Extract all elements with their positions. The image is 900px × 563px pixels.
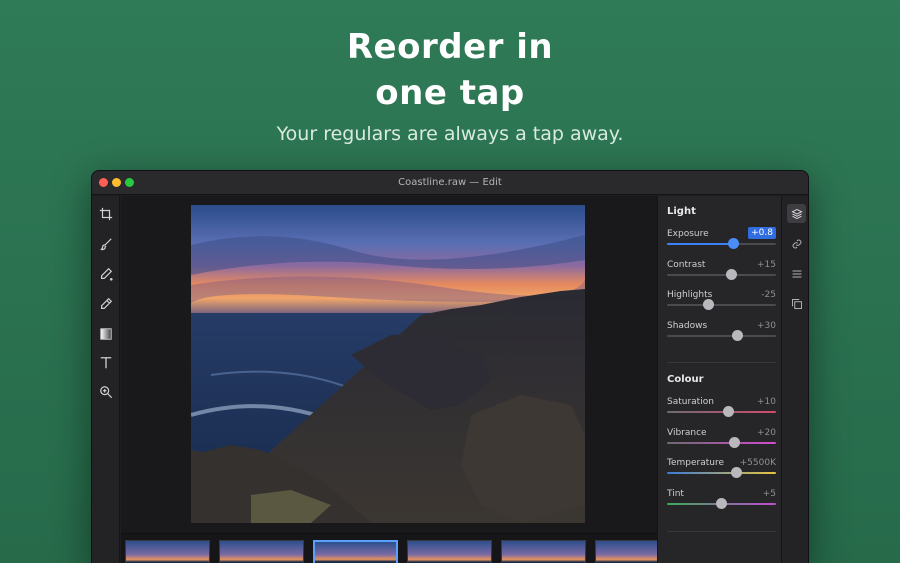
list-icon bbox=[792, 270, 801, 277]
slider-knob[interactable] bbox=[729, 436, 741, 448]
text-tool-button[interactable] bbox=[96, 353, 116, 373]
slider-knob[interactable] bbox=[702, 299, 714, 310]
filmstrip-thumbnail[interactable] bbox=[313, 540, 398, 563]
coastline-photo bbox=[191, 205, 585, 523]
brush-icon bbox=[100, 238, 112, 251]
slider-value: +10 bbox=[757, 397, 776, 407]
pen-tool-button[interactable] bbox=[96, 264, 116, 284]
adjustments-panel: Light Colour Exposure +0.8 Contrast +15 High… bbox=[657, 196, 781, 563]
hero-headline: Reorder in one tap bbox=[0, 24, 900, 116]
slider-saturation[interactable]: Saturation +10 bbox=[667, 397, 776, 423]
slider-value: +5 bbox=[762, 488, 776, 499]
slider-knob[interactable] bbox=[727, 238, 739, 249]
colour-section-title: Colour bbox=[667, 374, 704, 385]
pen-icon bbox=[101, 267, 113, 281]
filmstrip-thumbnail[interactable] bbox=[125, 540, 210, 563]
link-button[interactable] bbox=[787, 234, 806, 253]
layers-icon bbox=[790, 208, 803, 219]
window-title: Coastline.raw — Edit bbox=[398, 177, 502, 188]
title-bar: Coastline.raw — Edit bbox=[92, 171, 808, 195]
list-button[interactable] bbox=[787, 264, 806, 283]
image-canvas[interactable] bbox=[121, 196, 657, 536]
slider-label: Tint bbox=[667, 488, 684, 499]
copy-icon bbox=[791, 298, 802, 309]
healing-tool-button[interactable] bbox=[96, 294, 116, 314]
gradient-icon bbox=[100, 328, 112, 340]
filmstrip bbox=[121, 533, 680, 563]
slider-exposure[interactable]: Exposure +0.8 bbox=[667, 227, 776, 255]
slider-tint[interactable]: Tint +5 bbox=[667, 489, 776, 515]
slider-knob[interactable] bbox=[725, 268, 737, 280]
slider-label: Shadows bbox=[667, 320, 708, 331]
filmstrip-thumbnail[interactable] bbox=[219, 540, 304, 563]
text-icon bbox=[100, 357, 112, 369]
slider-value[interactable]: +0.8 bbox=[748, 227, 776, 239]
slider-value: +15 bbox=[757, 259, 776, 270]
headline-line-1: Reorder in bbox=[346, 27, 554, 67]
photo-preview[interactable] bbox=[191, 205, 585, 523]
slider-label: Contrast bbox=[667, 259, 706, 270]
slider-temperature[interactable]: Temperature +5500K bbox=[667, 458, 776, 484]
crop-tool-button[interactable] bbox=[96, 204, 116, 224]
slider-track[interactable] bbox=[667, 273, 776, 276]
zoom-icon bbox=[100, 386, 113, 399]
brush-tool-button[interactable] bbox=[96, 234, 116, 254]
headline-line-2: one tap bbox=[375, 73, 525, 113]
slider-value: -25 bbox=[761, 290, 776, 300]
inspector-rail bbox=[781, 196, 808, 563]
slider-label: Vibrance bbox=[667, 427, 707, 438]
slider-knob[interactable] bbox=[732, 329, 744, 341]
slider-track[interactable] bbox=[667, 411, 776, 413]
healing-icon bbox=[101, 297, 113, 309]
app-window: Coastline.raw — Edit Light Colour Exposu… bbox=[91, 170, 809, 563]
slider-contrast[interactable]: Contrast +15 bbox=[667, 260, 776, 286]
slider-track[interactable] bbox=[667, 334, 776, 337]
link-icon bbox=[792, 239, 801, 248]
slider-label: Exposure bbox=[667, 229, 709, 239]
section-divider bbox=[667, 362, 776, 363]
crop-icon bbox=[99, 207, 113, 221]
slider-knob[interactable] bbox=[731, 467, 743, 478]
slider-vibrance[interactable]: Vibrance +20 bbox=[667, 428, 776, 454]
slider-knob[interactable] bbox=[722, 406, 734, 417]
slider-label: Temperature bbox=[667, 458, 725, 468]
slider-track[interactable] bbox=[667, 304, 776, 306]
slider-track[interactable] bbox=[667, 243, 776, 245]
slider-track[interactable] bbox=[667, 441, 776, 444]
slider-value: +30 bbox=[757, 320, 776, 331]
tool-bar bbox=[92, 196, 120, 563]
slider-shadows[interactable]: Shadows +30 bbox=[667, 321, 776, 347]
slider-track[interactable] bbox=[667, 472, 776, 474]
slider-label: Saturation bbox=[667, 397, 714, 407]
slider-value: +20 bbox=[757, 427, 776, 438]
zoom-tool-button[interactable] bbox=[96, 382, 116, 402]
slider-highlights[interactable]: Highlights -25 bbox=[667, 290, 776, 316]
light-section-title: Light bbox=[667, 206, 696, 217]
slider-knob[interactable] bbox=[716, 497, 727, 509]
filmstrip-thumbnail[interactable] bbox=[407, 540, 492, 563]
gradient-tool-button[interactable] bbox=[96, 324, 116, 344]
slider-value: +5500K bbox=[739, 458, 776, 468]
section-divider bbox=[667, 531, 776, 532]
layers-button[interactable] bbox=[787, 204, 806, 223]
copy-button[interactable] bbox=[787, 294, 806, 313]
filmstrip-thumbnail[interactable] bbox=[501, 540, 586, 563]
hero-subheadline: Your regulars are always a tap away. bbox=[276, 123, 624, 145]
slider-fill bbox=[667, 243, 734, 245]
